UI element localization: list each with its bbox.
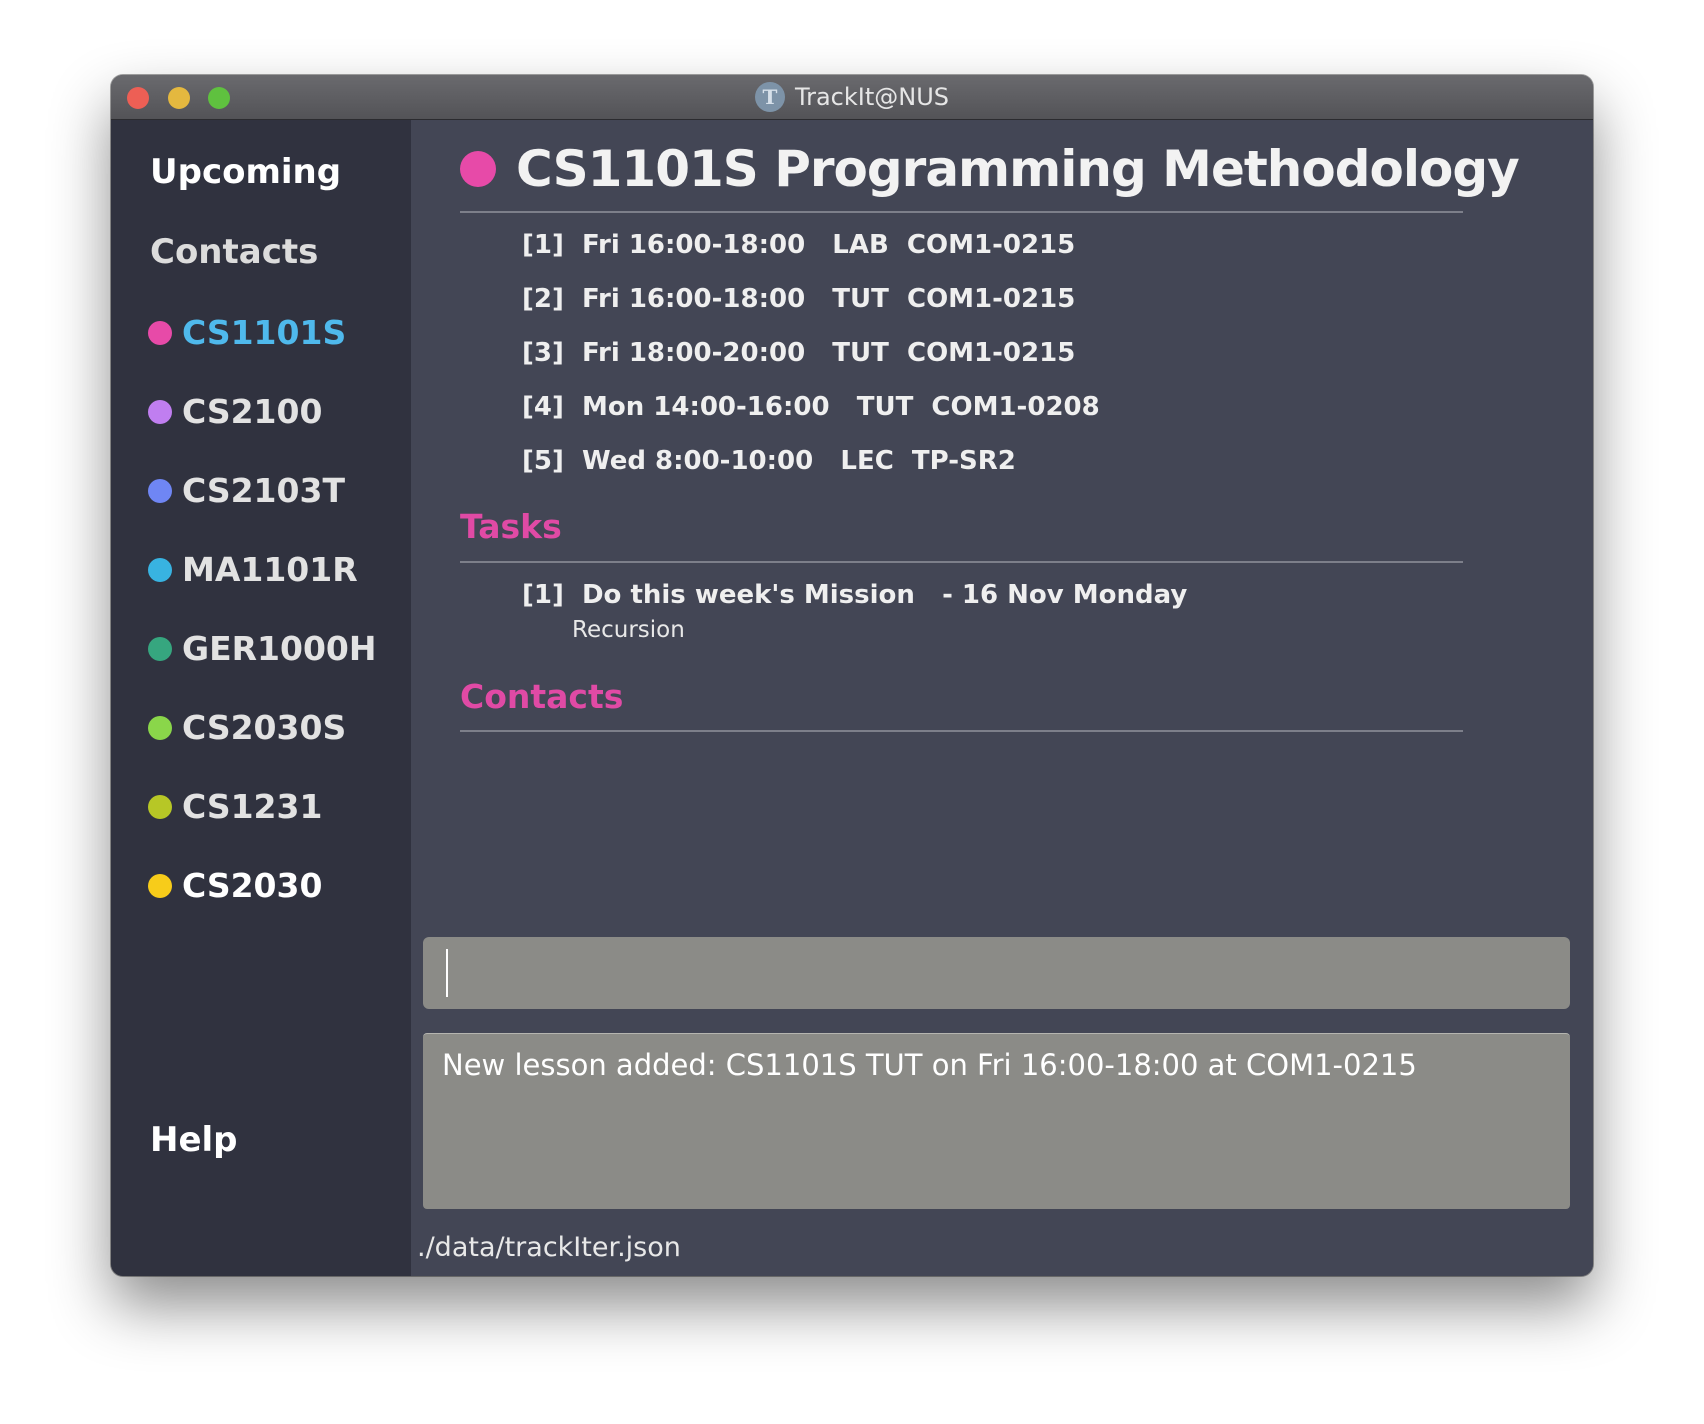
module-label: CS1101S bbox=[182, 313, 347, 352]
module-color-dot bbox=[148, 478, 172, 503]
task-item: [1] Do this week's Mission - 16 Nov Mond… bbox=[522, 580, 1188, 610]
module-color-dot bbox=[148, 873, 172, 898]
sidebar-module-cs2103t[interactable]: CS2103T bbox=[148, 471, 345, 510]
tasks-heading: Tasks bbox=[460, 507, 562, 546]
window-title: TrackIt@NUS bbox=[794, 83, 950, 111]
divider bbox=[460, 561, 1463, 563]
module-label: MA1101R bbox=[182, 550, 358, 589]
command-input[interactable] bbox=[423, 937, 1570, 1009]
divider bbox=[460, 730, 1463, 732]
lesson-item: [1] Fri 16:00-18:00 LAB COM1-0215 bbox=[522, 230, 1076, 260]
module-color-dot bbox=[148, 636, 172, 661]
lesson-item: [5] Wed 8:00-10:00 LEC TP-SR2 bbox=[522, 446, 1016, 476]
sidebar-module-ma1101r[interactable]: MA1101R bbox=[148, 550, 358, 589]
module-label: GER1000H bbox=[182, 629, 377, 668]
module-label: CS2030S bbox=[182, 708, 347, 747]
contacts-heading: Contacts bbox=[460, 677, 624, 716]
app-window: T TrackIt@NUS Upcoming Contacts CS1101S … bbox=[111, 75, 1593, 1276]
module-color-dot bbox=[148, 557, 172, 582]
sidebar: Upcoming Contacts CS1101S CS2100 CS2103T… bbox=[111, 120, 411, 1276]
sidebar-item-contacts[interactable]: Contacts bbox=[150, 232, 318, 272]
sidebar-item-upcoming[interactable]: Upcoming bbox=[150, 152, 341, 192]
app-icon: T bbox=[754, 82, 785, 112]
sidebar-module-cs1231[interactable]: CS1231 bbox=[148, 787, 322, 826]
module-detail-panel: CS1101S Programming Methodology [1] Fri … bbox=[411, 120, 1593, 1276]
module-color-dot bbox=[148, 794, 172, 819]
title-bar[interactable]: T TrackIt@NUS bbox=[111, 75, 1593, 120]
module-label: CS2103T bbox=[182, 471, 345, 510]
divider bbox=[460, 211, 1463, 213]
module-color-dot bbox=[148, 399, 172, 424]
status-bar-path: ./data/trackIter.json bbox=[417, 1232, 681, 1263]
sidebar-module-cs2030s[interactable]: CS2030S bbox=[148, 708, 346, 747]
lesson-item: [3] Fri 18:00-20:00 TUT COM1-0215 bbox=[522, 338, 1076, 368]
module-color-dot bbox=[460, 151, 496, 187]
lesson-item: [2] Fri 16:00-18:00 TUT COM1-0215 bbox=[522, 284, 1076, 314]
module-color-dot bbox=[148, 715, 172, 740]
sidebar-module-cs2100[interactable]: CS2100 bbox=[148, 392, 322, 431]
module-header: CS1101S Programming Methodology bbox=[460, 140, 1520, 198]
module-label: CS2030 bbox=[182, 866, 323, 905]
task-description: Recursion bbox=[572, 617, 685, 643]
text-caret bbox=[446, 949, 448, 997]
result-message: New lesson added: CS1101S TUT on Fri 16:… bbox=[442, 1048, 1417, 1082]
module-color-dot bbox=[148, 320, 172, 345]
sidebar-module-cs1101s[interactable]: CS1101S bbox=[148, 313, 346, 352]
lesson-item: [4] Mon 14:00-16:00 TUT COM1-0208 bbox=[522, 392, 1100, 422]
module-title: CS1101S Programming Methodology bbox=[516, 140, 1520, 198]
sidebar-module-cs2030[interactable]: CS2030 bbox=[148, 866, 322, 905]
sidebar-item-help[interactable]: Help bbox=[150, 1120, 238, 1160]
module-label: CS2100 bbox=[182, 392, 323, 431]
module-label: CS1231 bbox=[182, 787, 323, 826]
sidebar-module-ger1000h[interactable]: GER1000H bbox=[148, 629, 377, 668]
result-display: New lesson added: CS1101S TUT on Fri 16:… bbox=[423, 1033, 1570, 1209]
